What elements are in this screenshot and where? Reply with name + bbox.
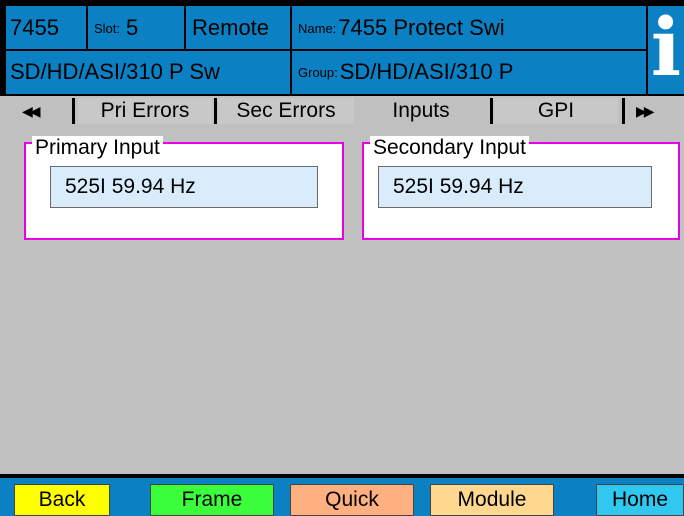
name-value: 7455 Protect Swi (338, 15, 505, 40)
name-cell: Name: 7455 Protect Swi (298, 6, 644, 50)
tab-gpi[interactable]: GPI (494, 98, 618, 124)
mode-cell: Remote (192, 6, 288, 50)
secondary-input-panel: Secondary Input 525I 59.94 Hz (362, 136, 680, 240)
tab-divider (72, 98, 75, 124)
info-icon[interactable]: i (648, 6, 684, 94)
work-area: Primary Input 525I 59.94 Hz Secondary In… (0, 126, 684, 474)
secondary-input-title: Secondary Input (370, 136, 529, 160)
name-label: Name: (298, 20, 337, 36)
group-cell: Group: SD/HD/ASI/310 P (298, 50, 644, 94)
type-cell: SD/HD/ASI/310 P Sw (10, 50, 286, 94)
header-divider (184, 6, 186, 50)
header-divider (86, 6, 88, 50)
tab-divider (622, 98, 625, 124)
slot-value: 5 (126, 15, 139, 40)
scroll-left-icon[interactable]: ◀◀ (22, 98, 40, 124)
secondary-input-value: 525I 59.94 Hz (378, 166, 652, 208)
tab-bar: ◀◀ Pri Errors Sec Errors Inputs GPI ▶▶ (0, 96, 684, 126)
tab-divider (214, 98, 217, 124)
type-text: SD/HD/ASI/310 P Sw (10, 59, 220, 84)
slot-label: Slot: (94, 20, 121, 36)
tab-pri-errors[interactable]: Pri Errors (78, 98, 212, 124)
header-divider (290, 6, 292, 94)
header-divider (6, 49, 648, 51)
tab-sec-errors[interactable]: Sec Errors (218, 98, 354, 124)
frame-button[interactable]: Frame (150, 484, 274, 516)
slot-cell: Slot: 5 (94, 6, 174, 50)
model-number: 7455 (10, 15, 59, 40)
tab-divider (490, 98, 493, 124)
primary-input-value: 525I 59.94 Hz (50, 166, 318, 208)
module-button[interactable]: Module (430, 484, 554, 516)
bottom-nav: Back Frame Quick Module Home (0, 474, 684, 516)
quick-button[interactable]: Quick (290, 484, 414, 516)
tab-inputs[interactable]: Inputs (356, 98, 486, 124)
group-label: Group: (298, 64, 338, 80)
status-header: 7455 Slot: 5 Remote Name: 7455 Protect S… (6, 6, 684, 94)
back-button[interactable]: Back (14, 484, 110, 516)
group-value: SD/HD/ASI/310 P (339, 59, 514, 84)
primary-input-title: Primary Input (32, 136, 163, 160)
home-button[interactable]: Home (596, 484, 684, 516)
scroll-right-icon[interactable]: ▶▶ (636, 98, 654, 124)
primary-input-panel: Primary Input 525I 59.94 Hz (24, 136, 344, 240)
model-cell: 7455 (10, 6, 86, 50)
mode-text: Remote (192, 15, 270, 40)
